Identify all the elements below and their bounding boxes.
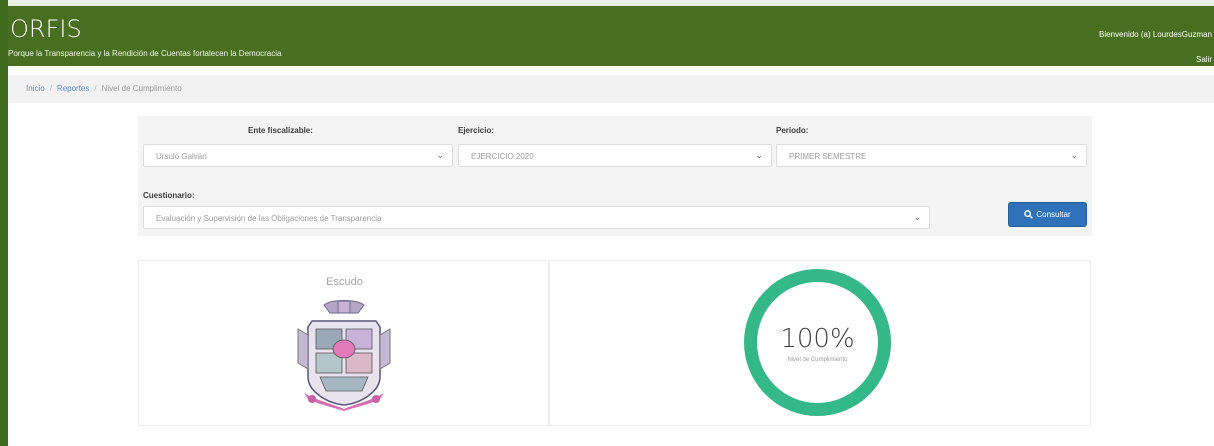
breadcrumb-home-link[interactable]: Inicio xyxy=(26,84,45,93)
ejercicio-label: Ejercicio: xyxy=(458,126,495,135)
brand-tagline: Porque la Transparencia y la Rendición d… xyxy=(8,49,282,58)
ente-select[interactable]: Ursulo Galván ⌄ xyxy=(143,144,453,167)
escudo-panel: Escudo xyxy=(138,260,549,426)
chevron-down-icon: ⌄ xyxy=(436,150,444,160)
periodo-select-value: PRIMER SEMESTRE xyxy=(789,152,867,161)
compliance-label: Nivel de Cumplimiento xyxy=(787,357,848,363)
welcome-user-text: Bienvenido (a) LourdesGuzman xyxy=(1099,30,1212,39)
periodo-label: Periodo: xyxy=(776,126,809,135)
cuestionario-label: Cuestionario: xyxy=(143,191,195,200)
ente-label: Ente fiscalizable: xyxy=(248,126,313,135)
chevron-down-icon: ⌄ xyxy=(755,150,763,160)
header-bar: ORFIS Porque la Transparencia y la Rendi… xyxy=(0,6,1214,66)
app-frame: ORFIS Porque la Transparencia y la Rendi… xyxy=(0,0,1214,446)
breadcrumb-reports-link[interactable]: Reportes xyxy=(57,84,89,93)
breadcrumb-separator: / xyxy=(94,84,97,93)
search-icon xyxy=(1024,210,1034,219)
breadcrumb-bar: Inicio / Reportes / Nivel de Cumplimiento xyxy=(8,75,1214,103)
cuestionario-select-value: Evaluación y Supervisión de las Obligaci… xyxy=(156,214,382,223)
municipal-coat-of-arms-image xyxy=(297,300,391,411)
compliance-gauge: 100% Nivel de Cumplimiento xyxy=(741,266,894,419)
chevron-down-icon: ⌄ xyxy=(1070,150,1078,160)
brand-logo-text[interactable]: ORFIS xyxy=(10,16,82,42)
ente-select-value: Ursulo Galván xyxy=(156,152,207,161)
ejercicio-select[interactable]: EJERCICIO 2020 ⌄ xyxy=(458,144,772,167)
breadcrumb-separator: / xyxy=(49,84,52,93)
ejercicio-select-value: EJERCICIO 2020 xyxy=(471,152,534,161)
consult-button-label: Consultar xyxy=(1036,210,1071,219)
cuestionario-select[interactable]: Evaluación y Supervisión de las Obligaci… xyxy=(143,206,930,229)
breadcrumb-current: Nivel de Cumplimiento xyxy=(101,84,182,93)
breadcrumb: Inicio / Reportes / Nivel de Cumplimiento xyxy=(26,84,182,93)
chevron-down-icon: ⌄ xyxy=(913,212,921,222)
left-accent-border xyxy=(0,0,8,446)
consult-button[interactable]: Consultar xyxy=(1008,202,1087,227)
logout-link[interactable]: Salir xyxy=(1196,55,1212,64)
periodo-select[interactable]: PRIMER SEMESTRE ⌄ xyxy=(776,144,1087,167)
escudo-title: Escudo xyxy=(326,276,363,288)
compliance-percentage: 100% xyxy=(780,324,855,354)
